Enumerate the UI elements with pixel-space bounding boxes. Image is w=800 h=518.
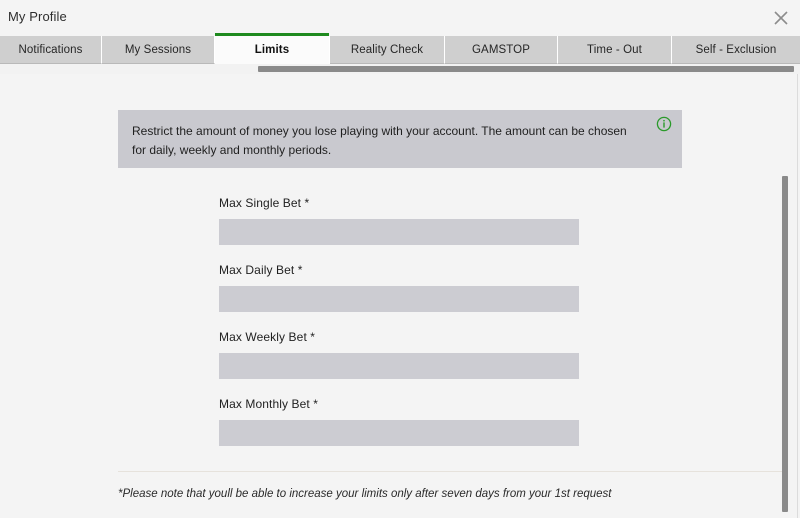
footer-divider — [118, 471, 782, 472]
field-label: Max Single Bet * — [219, 196, 310, 210]
content-right-border — [797, 74, 798, 518]
max-monthly-bet-input[interactable] — [219, 420, 579, 446]
field-label: Max Weekly Bet * — [219, 330, 316, 344]
page-title: My Profile — [8, 9, 67, 24]
tab-label: Limits — [254, 43, 290, 56]
tab-self-exclusion[interactable]: Self - Exclusion — [672, 36, 800, 64]
tab-notifications[interactable]: Notifications — [0, 36, 102, 64]
info-circle-icon[interactable] — [656, 116, 672, 132]
info-banner-text: Restrict the amount of money you lose pl… — [132, 124, 627, 157]
title-bar: My Profile — [0, 0, 800, 36]
tab-label: My Sessions — [124, 43, 192, 56]
tab-bar: Notifications My Sessions Limits Reality Ch… — [0, 33, 800, 64]
field-label: Max Daily Bet * — [219, 263, 303, 277]
tab-label: Reality Check — [350, 43, 424, 56]
tab-limits[interactable]: Limits — [215, 33, 330, 64]
tab-my-sessions[interactable]: My Sessions — [102, 36, 215, 64]
max-single-bet-input[interactable] — [219, 219, 579, 245]
tab-label: Self - Exclusion — [695, 43, 777, 56]
footer-note: *Please note that youll be able to incre… — [118, 488, 612, 500]
tab-label: Time - Out — [587, 43, 642, 56]
field-max-weekly-bet: Max Weekly Bet * — [219, 330, 579, 379]
tab-label: GAMSTOP — [472, 43, 530, 56]
close-icon[interactable] — [770, 7, 792, 29]
vertical-scrollbar-thumb[interactable] — [782, 176, 788, 512]
tab-reality-check[interactable]: Reality Check — [330, 36, 445, 64]
horizontal-scrollbar-thumb[interactable] — [258, 66, 794, 72]
my-profile-window: My Profile Notifications My Sessions Limit… — [0, 0, 800, 518]
field-max-daily-bet: Max Daily Bet * — [219, 263, 579, 312]
field-max-monthly-bet: Max Monthly Bet * — [219, 397, 579, 446]
max-weekly-bet-input[interactable] — [219, 353, 579, 379]
field-label: Max Monthly Bet * — [219, 397, 319, 411]
info-banner: Restrict the amount of money you lose pl… — [118, 110, 682, 168]
limits-panel: Restrict the amount of money you lose pl… — [0, 74, 800, 518]
field-max-single-bet: Max Single Bet * — [219, 196, 579, 245]
tab-label: Notifications — [18, 43, 83, 56]
tab-gamstop[interactable]: GAMSTOP — [445, 36, 558, 64]
max-daily-bet-input[interactable] — [219, 286, 579, 312]
tab-time-out[interactable]: Time - Out — [558, 36, 672, 64]
